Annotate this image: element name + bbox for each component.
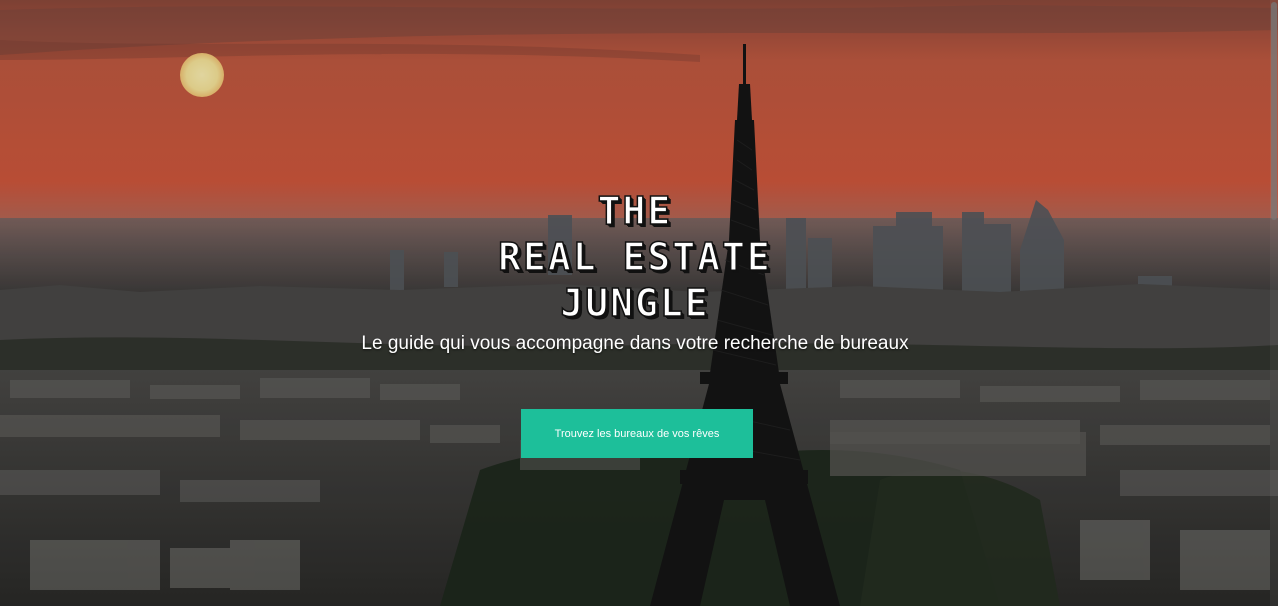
- site-title-line-3: JUNGLE: [560, 280, 710, 326]
- site-title-line-2: REAL ESTATE: [497, 234, 772, 280]
- hero-section: THE REAL ESTATE JUNGLE Le guide qui vous…: [0, 0, 1278, 606]
- site-title: THE REAL ESTATE JUNGLE: [0, 188, 1270, 326]
- scrollbar-thumb[interactable]: [1271, 2, 1277, 220]
- site-title-line-1: THE: [597, 188, 673, 234]
- hero-subtitle: Le guide qui vous accompagne dans votre …: [361, 333, 909, 354]
- hero-content: THE REAL ESTATE JUNGLE Le guide qui vous…: [0, 0, 1270, 606]
- find-offices-button[interactable]: Trouvez les bureaux de vos rêves: [521, 409, 753, 458]
- vertical-scrollbar[interactable]: [1270, 0, 1278, 606]
